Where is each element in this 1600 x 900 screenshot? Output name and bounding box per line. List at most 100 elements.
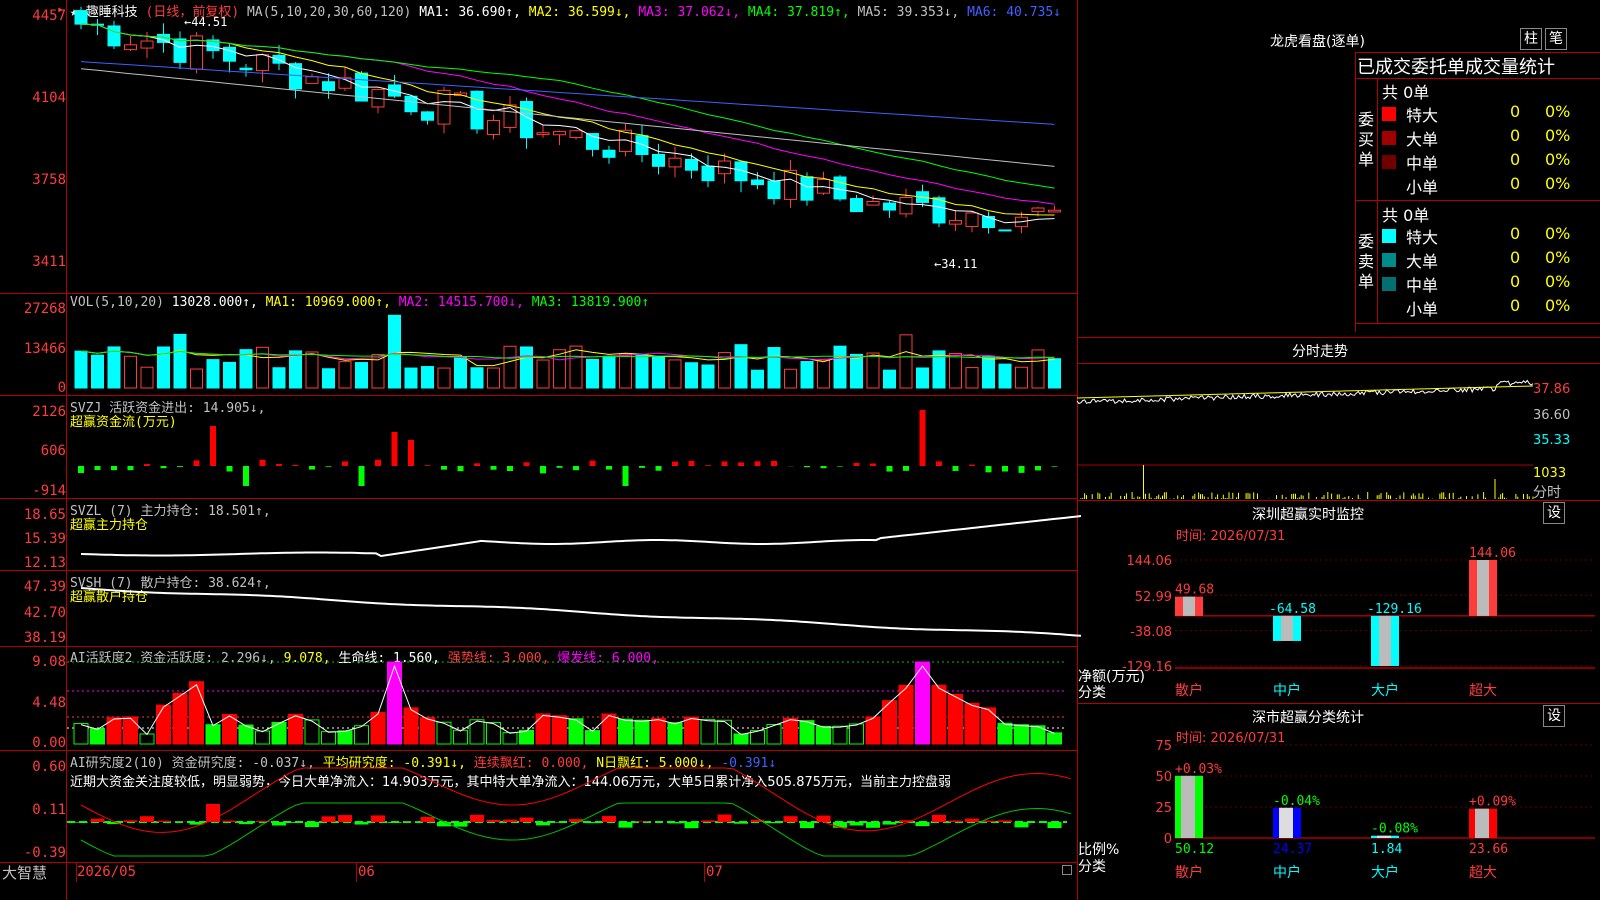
activity-bar [981, 707, 996, 745]
intraday-title: 分时走势 [1292, 344, 1348, 360]
volume-bar [817, 359, 830, 389]
fund-flow-bar [705, 465, 711, 466]
order-row-pct: 0% [1545, 272, 1571, 291]
ratio-change-label: +0.09% [1469, 795, 1516, 810]
ma-line [80, 61, 1055, 125]
category-label: 超大 [1469, 865, 1497, 881]
ai-research-chart[interactable] [67, 750, 1077, 862]
classify-y-tick: 25 [1155, 801, 1172, 816]
research-bar [800, 822, 814, 829]
activity-bar [585, 730, 600, 745]
fund-flow-bar [292, 464, 299, 466]
svzj-y-tick: 2126 [32, 404, 66, 420]
x-axis-label: 06 [358, 864, 375, 880]
classify-settings-button[interactable]: 设 [1543, 705, 1565, 727]
research-bar [338, 815, 352, 822]
volume-bar [74, 350, 88, 389]
activity-bar [849, 723, 864, 745]
fund-flow-bar [375, 459, 381, 466]
volume-bar [734, 344, 748, 389]
volume-bar [602, 356, 616, 389]
intraday-vol-label: 分时 [1533, 485, 1561, 501]
vol-y-tick: 27268 [23, 301, 66, 317]
fund-flow-bar [985, 466, 992, 473]
category-ratio-chart[interactable]: +0.03% 50.12 散户 -0.04% 24.37 中户 -0.08% 1.84 大户 +0… [1175, 740, 1595, 900]
order-row-name: 中单 [1406, 276, 1439, 295]
monitor-time: 时间: 2026/07/31 [1176, 529, 1286, 544]
x-tick [76, 862, 77, 882]
fund-flow-bar [688, 461, 695, 466]
kline-y-tick: 3411 [32, 254, 66, 270]
fund-flow-bar [1035, 466, 1041, 471]
x-tick [356, 862, 357, 882]
research-bar [536, 822, 550, 826]
activity-bar [997, 722, 1013, 745]
net-flow-bar-highlight [1477, 560, 1489, 616]
net-flow-bar-highlight [1379, 615, 1391, 666]
classify-title: 深市超赢分类统计 [1252, 710, 1364, 726]
ai-activity-chart[interactable] [67, 646, 1077, 750]
candle-body [437, 89, 451, 125]
classify-x-caption: 分类 [1078, 859, 1106, 875]
volume-bar [800, 361, 814, 389]
svsh-y-tick: 38.19 [23, 630, 66, 646]
research-bar [387, 822, 402, 823]
research-bar [453, 822, 468, 827]
activity-bar [255, 730, 270, 745]
net-flow-label: -64.58 [1269, 602, 1316, 617]
fund-flow-bar [837, 466, 843, 467]
research-bar [585, 822, 600, 824]
fund-flow-bar [639, 466, 645, 468]
candlestick-chart[interactable] [67, 0, 1077, 290]
ai1-y-tick: 4.48 [32, 695, 66, 711]
classify-y-tick: 50 [1155, 770, 1172, 785]
x-axis-line [0, 862, 1077, 863]
activity-bar [948, 693, 963, 745]
candle-body [487, 119, 500, 135]
x-tick [704, 862, 705, 882]
candle-body [668, 157, 682, 168]
volume-bar [190, 368, 203, 389]
activity-bar [172, 692, 188, 745]
volume-bar [586, 358, 599, 389]
fund-flow-bar [1002, 466, 1008, 472]
activity-bar [964, 702, 980, 745]
fund-flow-bar [457, 466, 464, 472]
dragon-title: 龙虎看盘(逐单) [1270, 34, 1365, 50]
volume-bar [982, 356, 995, 389]
lock-icon[interactable] [1062, 865, 1072, 875]
activity-bar [568, 718, 584, 745]
tick-mode-button[interactable]: 笔 [1545, 28, 1567, 50]
net-flow-bar-highlight [1281, 615, 1293, 641]
net-flow-chart[interactable]: 49.68 散户 -64.58 中户 -129.16 大户 144.06 超大 [1175, 546, 1595, 699]
candle-body [883, 202, 896, 211]
volume-chart[interactable] [67, 294, 1077, 394]
legend-swatch [1382, 277, 1396, 291]
fund-flow-bar [754, 461, 761, 466]
volume-bar [322, 368, 335, 389]
research-bar [701, 820, 715, 822]
fund-flow-chart[interactable] [67, 396, 1077, 498]
divider [1355, 200, 1600, 201]
retail-holding-chart[interactable] [67, 570, 1082, 646]
candle-body [965, 212, 979, 227]
ma-line [80, 68, 1055, 167]
classify-y-tick: 75 [1155, 739, 1172, 754]
candle-body [107, 25, 121, 47]
fund-flow-bar [210, 426, 216, 466]
sell-orders-label: 委卖单 [1358, 232, 1375, 291]
volume-bar [272, 367, 286, 389]
holding-line [80, 587, 1082, 637]
bar-mode-button[interactable]: 柱 [1520, 28, 1542, 50]
candle-body [602, 149, 616, 158]
candle-body [652, 153, 665, 167]
monitor-settings-button[interactable]: 设 [1543, 502, 1565, 524]
fund-flow-bar [144, 464, 150, 466]
intraday-chart[interactable] [1076, 364, 1534, 499]
main-holding-chart[interactable] [67, 498, 1082, 570]
research-bar [783, 816, 798, 822]
fund-flow-bar [358, 466, 365, 486]
ratio-change-label: +0.03% [1175, 762, 1222, 777]
activity-bar [1014, 724, 1029, 745]
vol-y-tick: 13466 [23, 341, 66, 357]
